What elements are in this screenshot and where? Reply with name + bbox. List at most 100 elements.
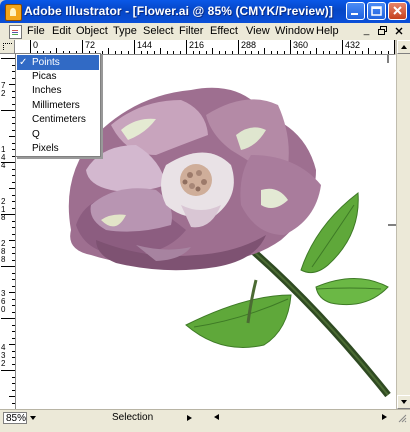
ruler-tick [342,40,343,54]
menu-effect[interactable]: Effect [210,25,238,37]
ruler-label: 72 [85,40,96,50]
ruler-tick [12,201,15,202]
ruler-tick [309,51,311,54]
ruler-tick [12,181,15,183]
menu-item-label: Inches [32,85,62,96]
menu-item-pixels[interactable]: Pixels [17,141,99,156]
menu-help[interactable]: Help [316,25,339,37]
ruler-tick [212,48,213,54]
ruler-origin[interactable] [0,40,15,54]
window-bottom-edge [0,425,410,432]
ruler-tick [160,48,161,54]
ruler-tick [114,51,116,54]
doc-restore-button[interactable] [376,25,389,37]
ruler-label: 3 [1,351,6,360]
ruler-tick [394,40,395,54]
menu-view[interactable]: View [246,25,270,37]
ruler-tick [218,51,220,54]
ruler-tick [283,51,285,54]
ruler-label: 2 [1,239,6,248]
ruler-tick [277,51,278,54]
menu-item-points[interactable]: ✓ Points [17,55,99,70]
ruler-tick [9,344,15,345]
horizontal-scrollbar-track[interactable] [226,411,376,424]
scroll-up-button[interactable] [397,40,410,54]
close-icon [393,6,402,15]
ruler-tick [257,51,259,54]
ruler-tick [121,51,122,54]
ruler-label: 7 [1,81,6,90]
ruler-tick [12,324,15,326]
ruler-tick [186,40,187,54]
ruler-tick [1,370,15,371]
scroll-down-button[interactable] [397,395,410,409]
ruler-tick [179,51,181,54]
menu-filter[interactable]: Filter [179,25,203,37]
menu-select[interactable]: Select [143,25,174,37]
menu-type[interactable]: Type [113,25,137,37]
ruler-label: 6 [1,297,6,306]
restore-icon [377,26,387,35]
ruler-label: 360 [293,40,309,50]
ruler-tick [296,51,298,54]
ruler-tick [12,175,15,176]
menu-item-label: Points [32,57,60,68]
ruler-tick [1,58,15,59]
ruler-tick [12,227,15,228]
doc-minimize-button[interactable]: _ [360,25,373,37]
restore-button[interactable] [367,2,386,20]
rose-center [180,164,212,196]
document-icon[interactable] [9,25,22,39]
vertical-scrollbar[interactable] [396,40,410,409]
arrow-up-icon [401,45,407,49]
ruler-tick [166,51,168,54]
ruler-tick [12,253,15,254]
ruler-tick [12,376,15,378]
menu-item-q[interactable]: Q [17,127,99,142]
close-button[interactable] [388,2,407,20]
ruler-tick [251,51,252,54]
menu-item-inches[interactable]: Inches [17,83,99,98]
leaf [185,294,292,348]
menu-item-picas[interactable]: Picas [17,69,99,84]
menu-file[interactable]: File [27,25,45,37]
resize-grip-icon[interactable] [397,413,407,423]
ruler-label: 4 [1,153,6,162]
menu-object[interactable]: Object [76,25,108,37]
menu-window[interactable]: Window [275,25,314,37]
menu-item-millimeters[interactable]: Millimeters [17,98,99,113]
minimize-button[interactable] [346,2,365,20]
scroll-right-icon[interactable] [382,414,387,420]
ruler-tick [12,246,15,248]
vertical-ruler[interactable]: 7 2 1 4 4 2 1 8 2 8 8 3 6 0 4 3 2 [0,54,16,409]
ruler-tick [387,51,389,54]
menu-item-label: Millimeters [32,100,80,111]
zoom-dropdown-icon[interactable] [30,416,36,420]
illustrator-app-icon[interactable] [5,4,22,21]
ruler-tick [9,188,15,189]
ruler-label: 1 [1,145,6,154]
doc-close-button[interactable] [392,25,405,37]
ruler-tick [12,285,15,287]
menu-item-label: Q [32,129,40,140]
ruler-tick [173,51,174,54]
ruler-tick [1,110,15,111]
ruler-label: 144 [137,40,153,50]
ruler-label: 2 [1,197,6,206]
scroll-left-icon[interactable] [214,414,219,420]
ruler-label: 288 [241,40,257,50]
ruler-tick [12,383,15,384]
ruler-tick [199,51,200,54]
ruler-tick [231,51,233,54]
ruler-tick [1,162,15,163]
status-menu-icon[interactable] [187,415,192,421]
menu-item-centimeters[interactable]: Centimeters [17,112,99,127]
ruler-label: 4 [1,343,6,352]
status-text: Selection [112,412,154,423]
ruler-tick [101,51,103,54]
checkmark-icon: ✓ [19,57,28,68]
ruler-tick [270,51,272,54]
menu-edit[interactable]: Edit [52,25,71,37]
zoom-field[interactable]: 85% [3,412,27,424]
ruler-tick [368,48,369,54]
